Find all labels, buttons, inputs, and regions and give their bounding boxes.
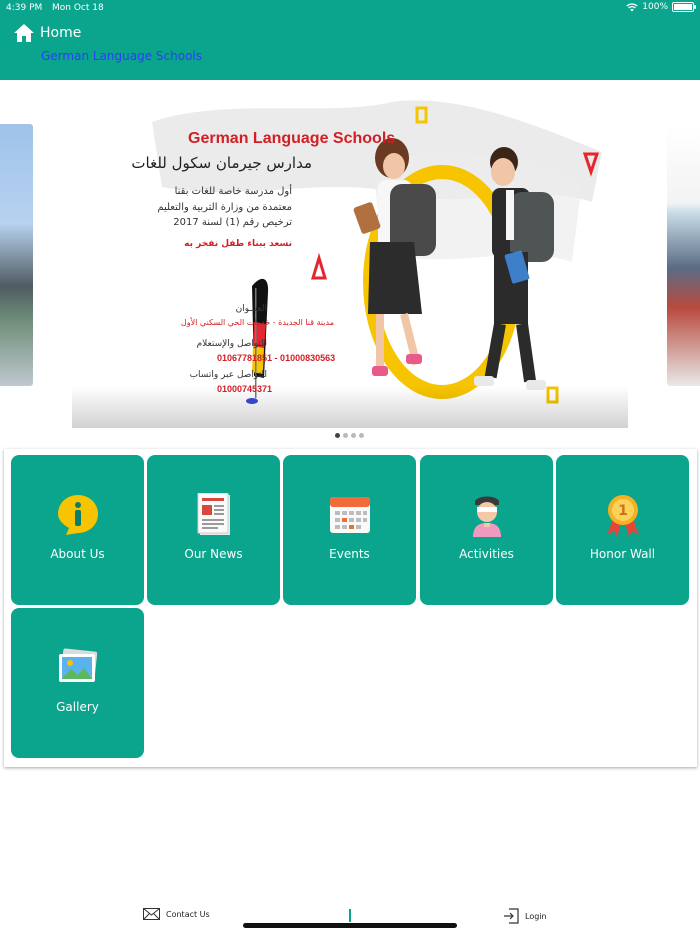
newspaper-icon — [197, 493, 230, 535]
svg-text:1: 1 — [618, 503, 628, 519]
battery-icon — [672, 2, 696, 12]
menu-tile-events[interactable]: Events — [283, 455, 416, 605]
picture-icon — [59, 648, 98, 682]
menu-tile-activities[interactable]: Activities — [420, 455, 553, 605]
page-title: Home — [40, 25, 82, 41]
medal-icon: 1 — [607, 495, 639, 537]
menu-tile-our-news[interactable]: Our News — [147, 455, 280, 605]
status-date: Mon Oct 18 — [52, 3, 104, 13]
menu-tile-honor-wall[interactable]: 1 Honor Wall — [556, 455, 689, 605]
status-time: 4:39 PM — [6, 3, 43, 13]
wifi-icon — [626, 2, 638, 11]
banner-address: مدينة قنا الجديدة - خدمات الحي السكني ال… — [180, 318, 334, 327]
home-icon[interactable] — [13, 23, 35, 43]
contact-us-button[interactable]: Contact Us — [143, 908, 210, 920]
banner-line-1: أول مدرسة خاصة للغات بقنا — [174, 186, 292, 197]
menu-label-activities: Activities — [459, 547, 514, 561]
menu-label-our-news: Our News — [184, 547, 243, 561]
carousel-dot[interactable] — [335, 433, 340, 438]
banner-title-ar: مدارس جيرمان سكول للغات — [131, 154, 312, 172]
menu-label-events: Events — [329, 547, 370, 561]
carousel-prev-slide[interactable] — [0, 124, 33, 386]
carousel-dot[interactable] — [351, 433, 356, 438]
battery-percent: 100% — [642, 2, 668, 12]
banner-shade — [72, 386, 628, 428]
carousel-dots[interactable] — [335, 433, 364, 438]
banner-line-3: ترخيص رقم (1) لسنة 2017 — [173, 217, 292, 228]
battery-fill — [674, 4, 692, 10]
menu-tile-gallery[interactable]: Gallery — [11, 608, 144, 758]
menu-label-honor-wall: Honor Wall — [589, 547, 656, 561]
calendar-icon — [330, 497, 370, 533]
login-button[interactable]: Login — [503, 908, 547, 924]
page-subtitle[interactable]: German Language Schools — [41, 49, 202, 63]
carousel-dot[interactable] — [359, 433, 364, 438]
status-right: 100% — [626, 2, 696, 12]
carousel-dot[interactable] — [343, 433, 348, 438]
banner-address-label: العنــوان — [235, 304, 267, 314]
banner-phones: 01067781851 - 01000830563 — [217, 353, 336, 363]
menu-grid: About Us Our News Events Activities 1 Ho… — [4, 449, 697, 767]
menu-tile-about-us[interactable]: About Us — [11, 455, 144, 605]
carousel-banner[interactable]: German Language Schools مدارس جيرمان سكو… — [72, 82, 628, 428]
home-indicator — [243, 923, 457, 928]
info-icon — [58, 495, 98, 535]
banner-contact-label: للتواصل والإستعلام — [196, 339, 267, 349]
student-icon — [473, 496, 501, 537]
status-bar: 4:39 PM Mon Oct 18 100% — [0, 0, 700, 18]
carousel-next-slide[interactable] — [667, 124, 700, 386]
login-icon — [504, 908, 519, 924]
mail-icon — [143, 908, 160, 920]
login-label: Login — [525, 911, 547, 921]
banner-whatsapp-label: للتواصل عبر واتساب — [189, 370, 267, 380]
banner-slogan: نسعد ببناء طفل نفخر به — [184, 239, 292, 249]
contact-us-label: Contact Us — [166, 909, 210, 919]
menu-label-gallery: Gallery — [56, 700, 99, 714]
banner-line-2: معتمدة من وزارة التربية والتعليم — [157, 202, 292, 213]
banner-title-en: German Language Schools — [188, 130, 396, 147]
tab-divider — [349, 909, 351, 922]
menu-label-about-us: About Us — [50, 547, 105, 561]
header-bar: 4:39 PM Mon Oct 18 100% Home German Lang… — [0, 0, 700, 80]
